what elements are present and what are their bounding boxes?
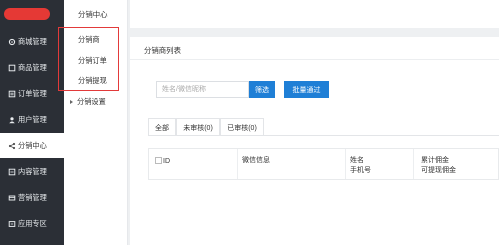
table-header: ID 微信信息 姓名 手机号 累计佣金 可提现佣金	[148, 148, 499, 180]
column-commission: 累计佣金 可提现佣金	[414, 149, 498, 179]
distributor-list-panel: 分销商列表 筛选 批量通过 全部 未审核(0) 已审核(0) ID 微信信息 姓…	[130, 37, 499, 245]
submenu-title: 分销中心	[78, 10, 108, 19]
tab-all[interactable]: 全部	[148, 118, 176, 136]
column-withdrawable-commission-label: 可提现佣金	[421, 167, 456, 174]
batch-approve-button[interactable]: 批量通过	[284, 81, 329, 98]
column-id-label: ID	[163, 158, 170, 165]
tab-reviewed[interactable]: 已审核(0)	[220, 118, 264, 136]
box-icon	[7, 63, 16, 72]
column-id: ID	[149, 149, 238, 179]
marketing-icon	[7, 193, 16, 202]
sidebar-item-label: 应用专区	[18, 218, 47, 228]
select-all-checkbox[interactable]	[155, 157, 162, 164]
sidebar-item-apps[interactable]: 应用专区	[0, 211, 64, 236]
submenu-item-settings[interactable]: 分销设置	[70, 97, 106, 107]
sidebar-item-orders[interactable]: 订单管理	[0, 81, 64, 106]
content-icon	[7, 167, 16, 176]
tab-divider	[148, 135, 499, 136]
sidebar-item-label: 营销管理	[18, 192, 47, 202]
caret-right-icon	[70, 100, 73, 105]
sidebar-item-mall[interactable]: 商城管理	[0, 29, 64, 54]
sidebar-item-marketing[interactable]: 营销管理	[0, 185, 64, 210]
column-total-commission-label: 累计佣金	[421, 157, 449, 164]
highlight-box	[58, 27, 119, 91]
user-icon	[7, 115, 16, 124]
sidebar-item-label: 分销中心	[18, 140, 47, 150]
share-icon	[7, 141, 16, 150]
column-name-phone: 姓名 手机号	[346, 149, 414, 179]
sidebar: 商城管理 商品管理 订单管理 用户管理 分销中心 内容管理 营销管理 应用专区	[0, 0, 64, 245]
column-wechat-info-label: 微信信息	[242, 157, 270, 164]
panel-divider	[130, 59, 499, 60]
column-phone-label: 手机号	[350, 167, 371, 174]
sidebar-item-label: 内容管理	[18, 166, 47, 176]
brand-logo	[4, 8, 50, 20]
column-wechat-info: 微信信息	[238, 149, 346, 179]
gear-icon	[7, 37, 16, 46]
app-icon	[7, 219, 16, 228]
tab-unreviewed[interactable]: 未审核(0)	[176, 118, 220, 136]
list-icon	[7, 89, 16, 98]
sidebar-item-label: 用户管理	[18, 114, 47, 124]
sidebar-item-users[interactable]: 用户管理	[0, 107, 64, 132]
filter-button[interactable]: 筛选	[249, 81, 275, 98]
top-bar	[130, 0, 499, 28]
sidebar-item-label: 商品管理	[18, 62, 47, 72]
sidebar-item-content[interactable]: 内容管理	[0, 159, 64, 184]
panel-title: 分销商列表	[144, 46, 181, 55]
sidebar-item-label: 商城管理	[18, 36, 47, 46]
search-input[interactable]	[156, 81, 249, 98]
sidebar-item-label: 订单管理	[18, 88, 47, 98]
sidebar-item-products[interactable]: 商品管理	[0, 55, 64, 80]
column-name-label: 姓名	[350, 157, 364, 164]
sidebar-item-distribution[interactable]: 分销中心	[0, 133, 64, 158]
submenu-item-settings-label: 分销设置	[77, 97, 106, 106]
